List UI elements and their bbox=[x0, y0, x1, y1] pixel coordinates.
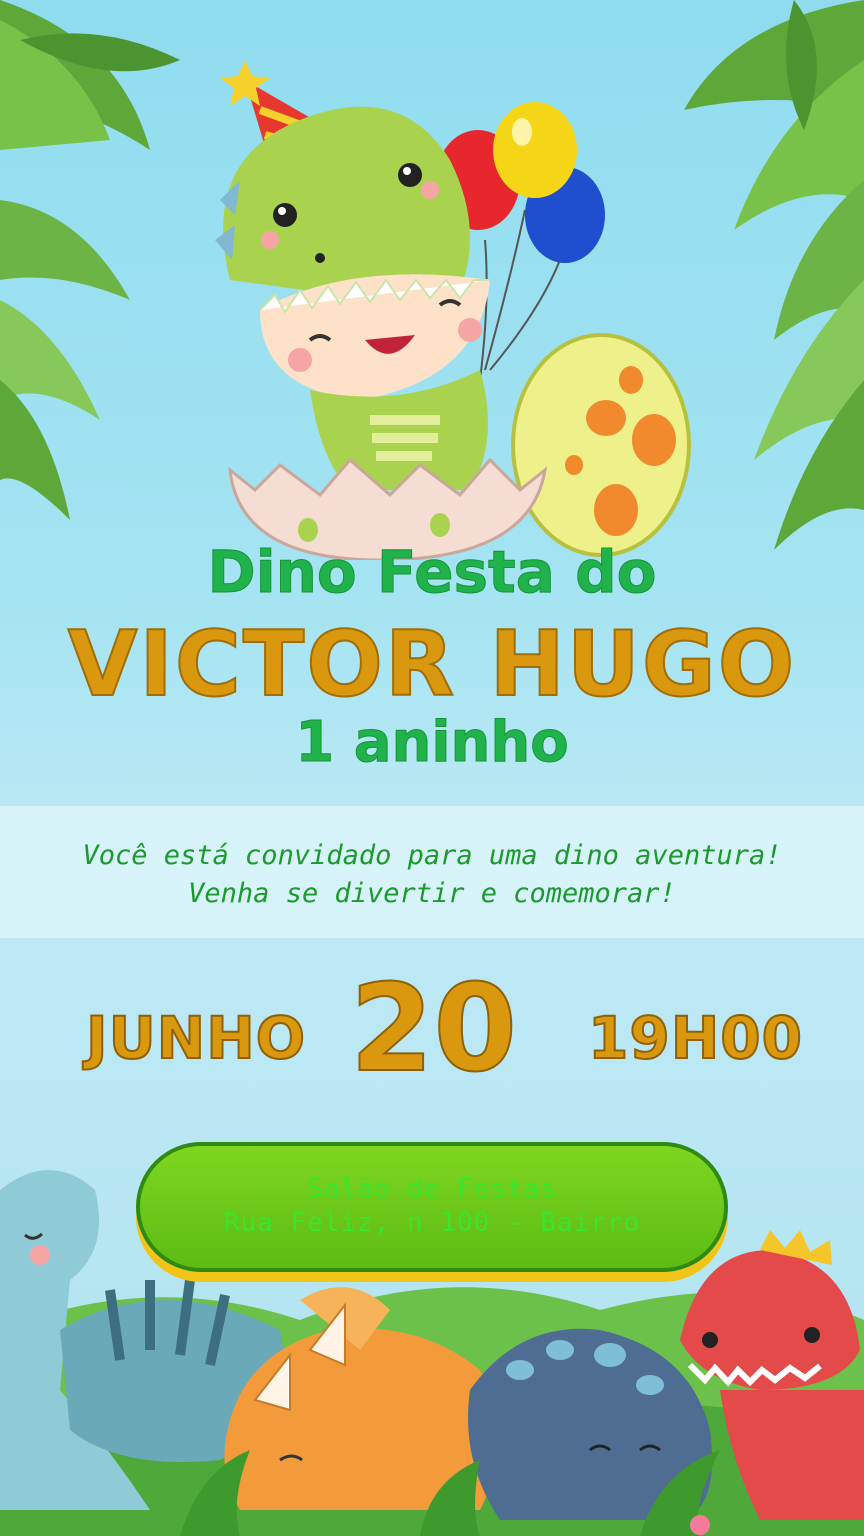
celebrant-age: 1 aninho bbox=[295, 710, 570, 776]
date-time: 19H00 bbox=[587, 1003, 803, 1073]
date-day: 20 bbox=[349, 959, 518, 1100]
venue-address: Rua Feliz, n 100 - Bairro bbox=[223, 1208, 641, 1238]
venue-button[interactable]: Salão de Festas Rua Feliz, n 100 - Bairr… bbox=[136, 1142, 728, 1272]
baby-dino-illustration bbox=[215, 60, 548, 560]
palm-leaves-left bbox=[0, 0, 180, 520]
venue-name: Salão de Festas bbox=[307, 1174, 557, 1204]
celebrant-name: VICTOR HUGO bbox=[67, 611, 797, 718]
invitation-card: Dino Festa do VICTOR HUGO 1 aninho Você … bbox=[0, 0, 864, 1536]
date-month: JUNHO bbox=[85, 1003, 307, 1073]
message-line2: Venha se divertir e comemorar! bbox=[188, 878, 676, 909]
message-band bbox=[0, 806, 864, 938]
message-line1: Você está convidado para uma dino aventu… bbox=[82, 840, 782, 871]
title-line1: Dino Festa do bbox=[207, 538, 657, 607]
